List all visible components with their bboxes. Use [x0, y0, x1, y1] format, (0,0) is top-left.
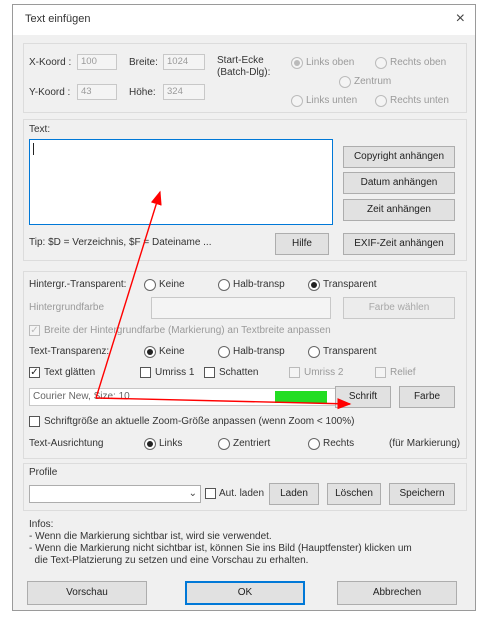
- annotation-arrows: [95, 190, 352, 410]
- arrow-to-font-button: [95, 397, 352, 410]
- arrow-to-text-input: [95, 190, 162, 399]
